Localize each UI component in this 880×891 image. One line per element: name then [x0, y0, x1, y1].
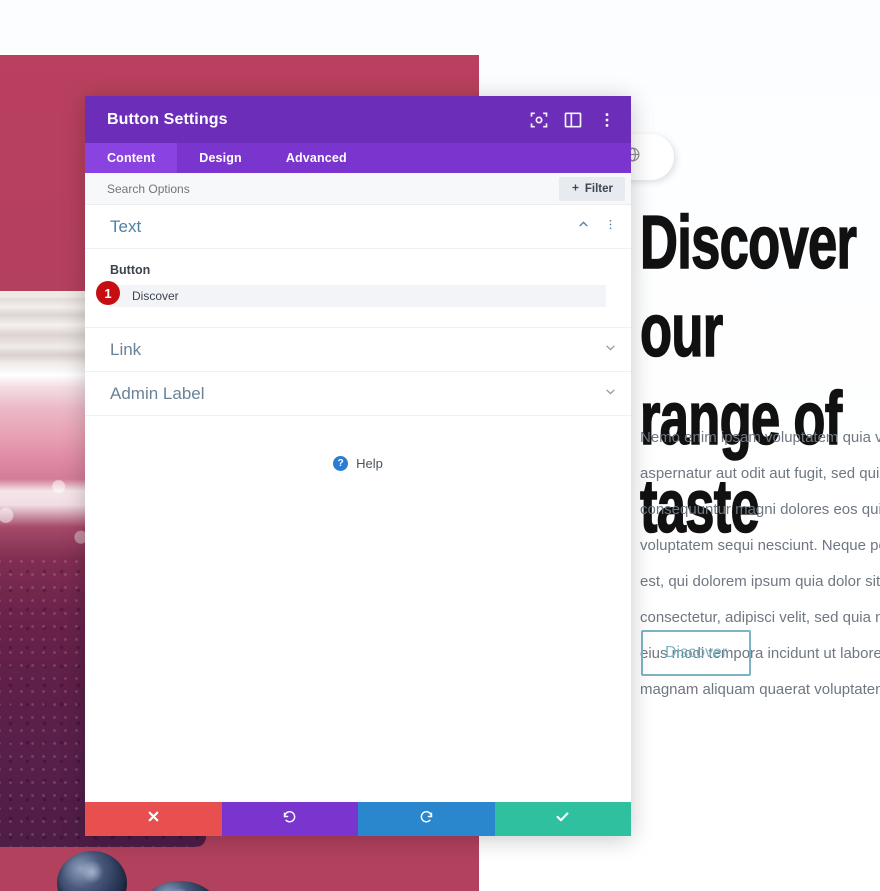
help-label: Help: [356, 456, 383, 471]
section-title-text: Text: [110, 216, 142, 236]
more-options-icon[interactable]: [597, 110, 617, 130]
section-header-admin-label[interactable]: Admin Label: [85, 372, 631, 416]
save-button[interactable]: [494, 802, 631, 836]
modal-tabbar: Content Design Advanced: [85, 143, 631, 173]
undo-arrow-icon: [282, 809, 297, 829]
cancel-button[interactable]: [85, 802, 222, 836]
section-title-admin-label: Admin Label: [110, 383, 205, 403]
modal-title: Button Settings: [107, 110, 228, 128]
undo-button[interactable]: [221, 802, 358, 836]
discover-cta-button[interactable]: Discover: [641, 630, 752, 676]
question-mark-icon: ?: [333, 456, 349, 471]
chevron-down-icon[interactable]: [604, 341, 617, 359]
button-settings-modal: Button Settings Content Design Advanced …: [85, 96, 631, 836]
section-header-text[interactable]: Text: [85, 205, 631, 249]
button-text-input[interactable]: [110, 285, 606, 307]
step-badge: 1: [96, 281, 120, 305]
chevron-down-icon[interactable]: [604, 385, 617, 403]
chevron-up-icon[interactable]: [577, 218, 590, 236]
filter-button[interactable]: Filter: [558, 176, 625, 201]
redo-arrow-icon: [419, 809, 434, 829]
button-text-field-row: 1: [96, 281, 606, 307]
search-bar: Filter: [85, 173, 631, 205]
plus-icon: [571, 183, 580, 195]
button-text-label: Button: [110, 263, 151, 277]
section-title-link: Link: [110, 339, 142, 359]
section-more-icon[interactable]: [604, 218, 617, 236]
modal-header: Button Settings: [85, 96, 631, 143]
page-content-column: Discover our range of taste Nemo enim ip…: [639, 0, 880, 891]
modal-body: Text Button 1 Discover Link Admin Label …: [85, 205, 631, 802]
layout-columns-icon[interactable]: [563, 110, 583, 130]
blueberry-decoration: [143, 881, 217, 891]
help-link[interactable]: ? Help: [85, 456, 631, 471]
modal-footer: [85, 802, 631, 836]
tab-content[interactable]: Content: [85, 143, 178, 173]
app-root: Discover our range of taste Nemo enim ip…: [0, 0, 880, 891]
search-input[interactable]: [107, 181, 559, 196]
modal-header-actions: [529, 110, 617, 130]
text-section-fields: Button 1: [85, 249, 631, 328]
checkmark-icon: [555, 809, 570, 829]
tab-advanced[interactable]: Advanced: [264, 143, 369, 173]
filter-button-label: Filter: [584, 182, 613, 195]
blueberry-decoration: [57, 851, 127, 891]
focus-icon[interactable]: [529, 110, 549, 130]
tab-design[interactable]: Design: [177, 143, 264, 173]
redo-button[interactable]: [358, 802, 495, 836]
section-header-link[interactable]: Link: [85, 328, 631, 372]
close-x-icon: [146, 809, 161, 829]
